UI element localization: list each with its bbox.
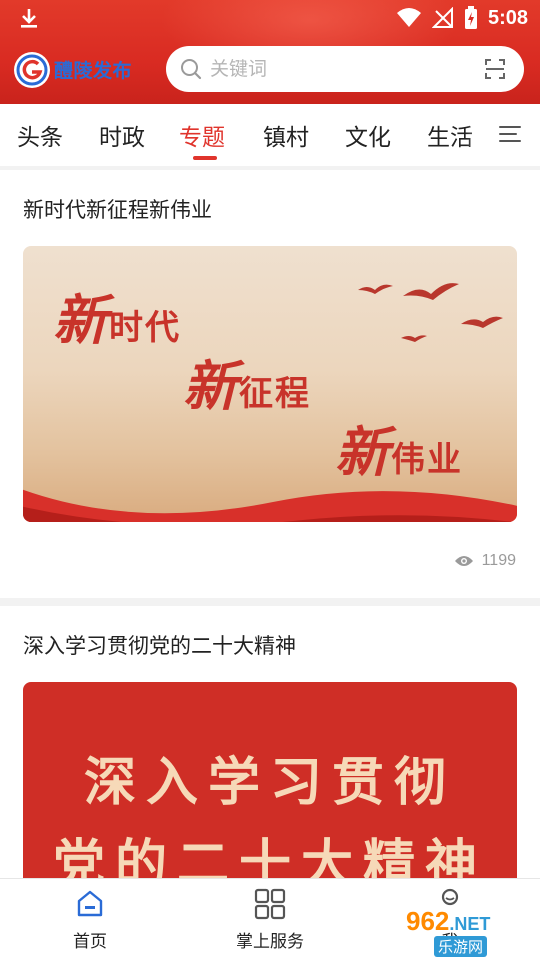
- nav-services-label: 掌上服务: [236, 932, 304, 952]
- article-card[interactable]: 深入学习贯彻党的二十大精神 深入学习贯彻 党的二十大精神: [0, 606, 540, 886]
- no-signal-icon: [431, 7, 453, 28]
- grid-icon: [254, 888, 286, 920]
- birds-illustration: [358, 283, 503, 342]
- category-tabs: 头条 时政 专题 镇村 文化 生活: [0, 104, 540, 166]
- eye-icon: [454, 556, 473, 566]
- search-bar[interactable]: [166, 46, 524, 92]
- app-header: 5:08 醴陵发布: [0, 0, 540, 104]
- red-ribbon-decoration: [23, 489, 517, 522]
- tab-towns[interactable]: 镇村: [263, 118, 309, 152]
- view-count: 1199: [454, 552, 516, 570]
- menu-icon[interactable]: [498, 122, 522, 146]
- status-bar: 5:08: [0, 0, 540, 36]
- search-icon: [181, 59, 202, 80]
- view-count-value: 1199: [481, 552, 516, 569]
- tab-politics[interactable]: 时政: [99, 118, 145, 152]
- logo-icon: [16, 54, 48, 86]
- article-card[interactable]: 新时代新征程新伟业 新时代 新征程 新伟业 1199: [0, 170, 540, 598]
- search-input[interactable]: [210, 46, 460, 92]
- banner-line-2: 新征程: [183, 354, 311, 418]
- wifi-icon: [396, 8, 421, 27]
- tabs-fade: [466, 104, 496, 166]
- site-watermark: 962.NET 乐游网: [404, 906, 534, 958]
- home-icon: [77, 890, 103, 917]
- app-logo[interactable]: [14, 52, 50, 88]
- watermark-sub: 乐游网: [434, 936, 488, 957]
- banner-line-2: 党的二十大精神: [52, 834, 487, 886]
- banner-line-1: 深入学习贯彻: [83, 752, 456, 813]
- article-banner[interactable]: 深入学习贯彻 党的二十大精神: [23, 682, 517, 886]
- app-root: 5:08 醴陵发布 头条 时政 专题 镇村 文化: [0, 0, 540, 960]
- article-title[interactable]: 深入学习贯彻党的二十大精神: [23, 630, 296, 660]
- nav-home[interactable]: 首页: [30, 887, 150, 952]
- nav-home-label: 首页: [73, 932, 107, 952]
- battery-icon: [464, 6, 477, 29]
- article-title[interactable]: 新时代新征程新伟业: [23, 194, 212, 224]
- banner-image: 新时代 新征程 新伟业: [23, 246, 517, 522]
- brand-name: 醴陵发布: [54, 61, 133, 82]
- download-icon: [21, 9, 37, 28]
- status-icons: 5:08: [396, 4, 528, 32]
- banner-line-1: 新时代: [53, 288, 181, 352]
- watermark-brand: 962.NET: [406, 906, 491, 936]
- active-tab-indicator: [193, 156, 217, 160]
- scan-icon[interactable]: [484, 58, 506, 80]
- article-banner[interactable]: 新时代 新征程 新伟业: [23, 246, 517, 522]
- status-time: 5:08: [487, 6, 528, 29]
- tab-headlines[interactable]: 头条: [17, 118, 63, 152]
- nav-services[interactable]: 掌上服务: [210, 887, 330, 952]
- tab-culture[interactable]: 文化: [345, 118, 391, 152]
- tab-topics[interactable]: 专题: [179, 118, 225, 152]
